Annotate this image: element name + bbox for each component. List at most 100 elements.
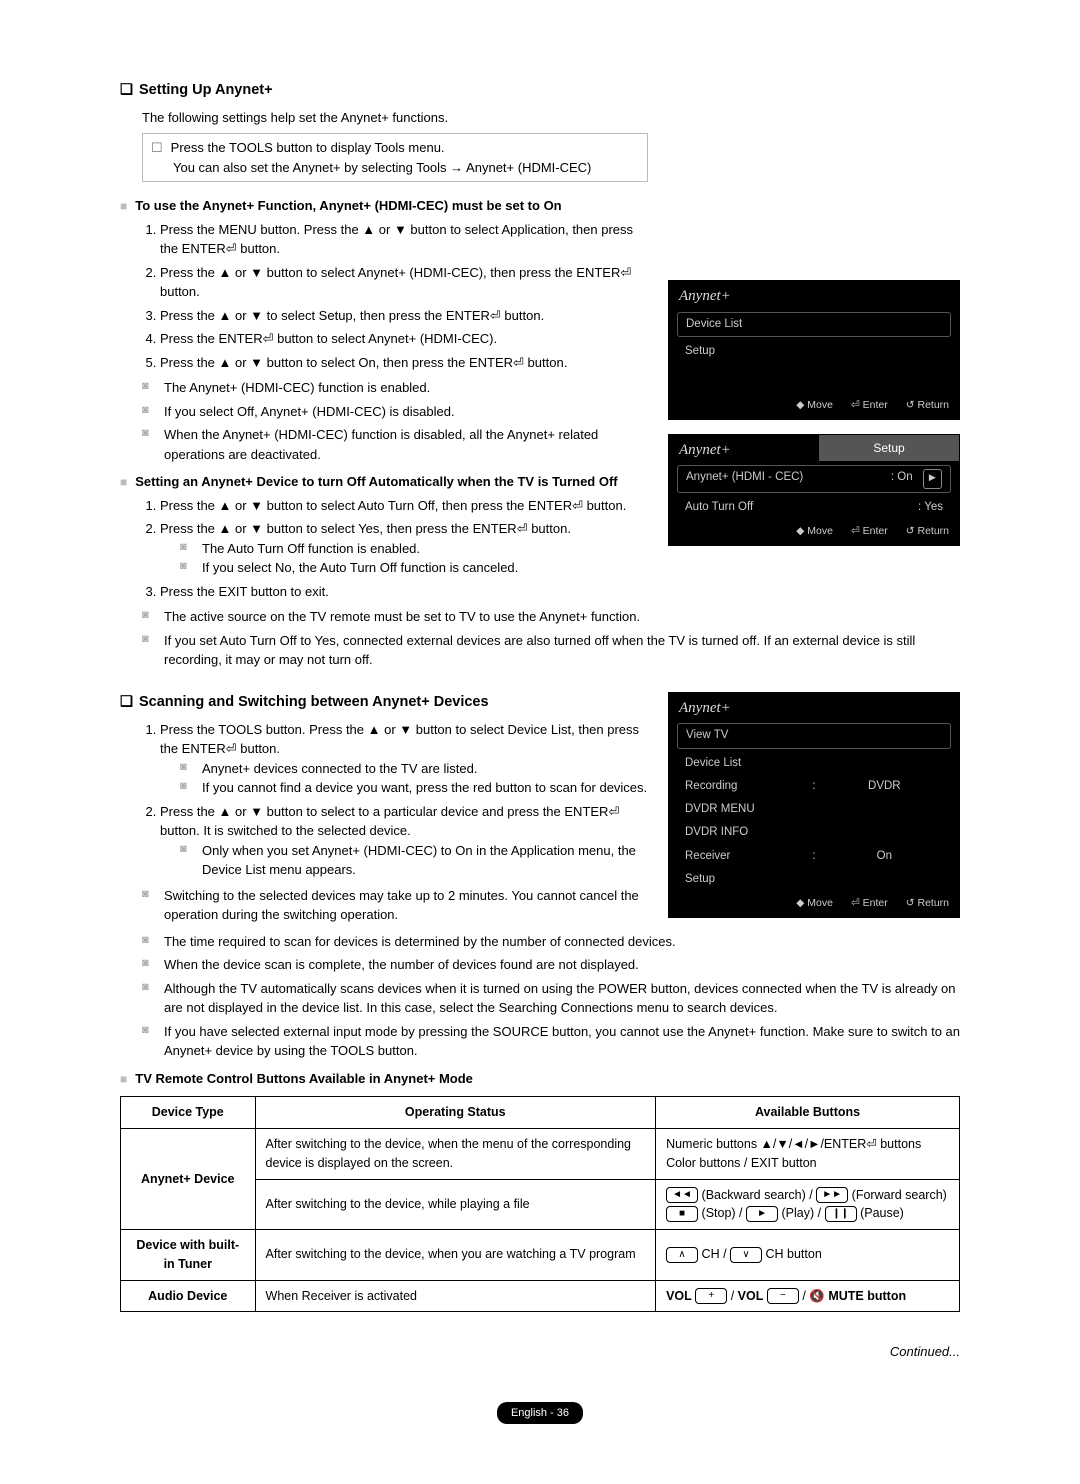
steps-hdmi-cec: Press the MENU button. Press the ▲ or ▼ …: [160, 220, 648, 373]
remote-buttons-table: Device Type Operating Status Available B…: [120, 1096, 960, 1312]
buttons-cell: ◄◄ (Backward search) / ►► (Forward searc…: [656, 1179, 960, 1230]
osd-row: DVDR INFO: [677, 821, 951, 844]
step: Press the EXIT button to exit.: [160, 582, 648, 602]
osd-row: Setup: [677, 868, 951, 891]
operating-status-cell: When Receiver is activated: [255, 1280, 656, 1312]
osd-row: Receiver:On: [677, 845, 951, 868]
device-type-cell: Audio Device: [121, 1280, 256, 1312]
step: Press the MENU button. Press the ▲ or ▼ …: [160, 220, 648, 259]
mute-icon: 🔇: [809, 1289, 825, 1303]
notes-scanning-more: The time required to scan for devices is…: [142, 932, 960, 1061]
table-row: Anynet+ Device After switching to the de…: [121, 1129, 960, 1180]
operating-status-cell: After switching to the device, when the …: [255, 1129, 656, 1180]
osd-footer: ◆ Move ⏎ Enter ↺ Return: [669, 891, 959, 917]
continued-text: Continued...: [120, 1342, 960, 1362]
step: Press the ▲ or ▼ to select Setup, then p…: [160, 306, 648, 326]
note: If you have selected external input mode…: [142, 1022, 960, 1061]
page-number: English - 36: [497, 1402, 583, 1425]
note: Switching to the selected devices may ta…: [142, 886, 648, 925]
table-row: Device with built-in Tuner After switchi…: [121, 1230, 960, 1281]
step: Press the ▲ or ▼ button to select Auto T…: [160, 496, 648, 516]
osd-panel-2: Anynet+ Setup Anynet+ (HDMI - CEC) : On …: [668, 434, 960, 546]
step: Press the ▲ or ▼ button to select On, th…: [160, 353, 648, 373]
step: Press the ▲ or ▼ button to select to a p…: [160, 802, 648, 880]
play-icon: ►: [746, 1206, 778, 1222]
ch-down-icon: ∨: [730, 1247, 762, 1263]
note: The active source on the TV remote must …: [142, 607, 960, 627]
tools-tip-box: Press the TOOLS button to display Tools …: [142, 133, 648, 182]
buttons-cell: Numeric buttons ▲/▼/◄/►/ENTER⏎ buttons C…: [656, 1129, 960, 1180]
note: Although the TV automatically scans devi…: [142, 979, 960, 1018]
device-type-cell: Device with built-in Tuner: [121, 1230, 256, 1281]
note: The time required to scan for devices is…: [142, 932, 960, 952]
move-hint: ◆ Move: [796, 524, 833, 540]
step: Press the ▲ or ▼ button to select Yes, t…: [160, 519, 648, 578]
notes-scanning: Switching to the selected devices may ta…: [142, 886, 648, 925]
ch-up-icon: ∧: [666, 1247, 698, 1263]
pause-icon: ❙❙: [825, 1206, 857, 1222]
note: If you set Auto Turn Off to Yes, connect…: [142, 631, 960, 670]
osd-row: Device List: [677, 752, 951, 775]
vol-down-icon: −: [767, 1288, 799, 1304]
osd-panels: Anynet+ Device List Setup ◆ Move ⏎ Enter…: [668, 280, 960, 607]
osd-footer: ◆ Move ⏎ Enter ↺ Return: [669, 519, 959, 545]
osd-row-setup: Setup: [677, 340, 951, 363]
buttons-cell: ∧ CH / ∨ CH button: [656, 1230, 960, 1281]
buttons-cell: VOL + / VOL − / 🔇 MUTE button: [656, 1280, 960, 1312]
return-hint: ↺ Return: [906, 398, 949, 414]
intro-text: The following settings help set the Anyn…: [142, 108, 648, 128]
section-title-setup: Setting Up Anynet+: [120, 80, 648, 102]
steps-scanning: Press the TOOLS button. Press the ▲ or ▼…: [160, 720, 648, 880]
osd-brand: Anynet+: [669, 281, 959, 308]
note: The Anynet+ (HDMI-CEC) function is enabl…: [142, 378, 648, 398]
osd-row-auto-off: Auto Turn Off : Yes: [677, 496, 951, 519]
device-type-cell: Anynet+ Device: [121, 1129, 256, 1230]
operating-status-cell: After switching to the device, when you …: [255, 1230, 656, 1281]
osd-brand: Anynet+: [669, 693, 959, 720]
notes-hdmi-cec: The Anynet+ (HDMI-CEC) function is enabl…: [142, 378, 648, 464]
return-hint: ↺ Return: [906, 896, 949, 912]
osd-row-view-tv: View TV: [677, 723, 951, 748]
osd-row: DVDR MENU: [677, 798, 951, 821]
enter-hint: ⏎ Enter: [851, 896, 888, 912]
subhead-remote-buttons: TV Remote Control Buttons Available in A…: [120, 1069, 960, 1089]
section-title-scanning: Scanning and Switching between Anynet+ D…: [120, 692, 648, 714]
note: If you select Off, Anynet+ (HDMI-CEC) is…: [142, 402, 648, 422]
inner-note: The Auto Turn Off function is enabled.: [180, 539, 648, 559]
rewind-icon: ◄◄: [666, 1187, 698, 1203]
inner-note: If you cannot find a device you want, pr…: [180, 778, 648, 798]
notes-auto-off: The active source on the TV remote must …: [142, 607, 960, 670]
tool-line-2: You can also set the Anynet+ by selectin…: [173, 158, 639, 178]
col-available-buttons: Available Buttons: [656, 1097, 960, 1129]
subhead-auto-off: Setting an Anynet+ Device to turn Off Au…: [120, 472, 648, 492]
inner-note: Anynet+ devices connected to the TV are …: [180, 759, 648, 779]
osd-row-device-list: Device List: [677, 312, 951, 337]
stop-icon: ■: [666, 1206, 698, 1222]
vol-up-icon: +: [695, 1288, 727, 1304]
steps-auto-off: Press the ▲ or ▼ button to select Auto T…: [160, 496, 648, 602]
osd-title-setup: Setup: [819, 435, 959, 462]
note: When the Anynet+ (HDMI-CEC) function is …: [142, 425, 648, 464]
return-hint: ↺ Return: [906, 524, 949, 540]
enter-hint: ⏎ Enter: [851, 398, 888, 414]
osd-row: Recording:DVDR: [677, 775, 951, 798]
table-row: Audio Device When Receiver is activated …: [121, 1280, 960, 1312]
page-footer: English - 36: [120, 1362, 960, 1425]
fast-forward-icon: ►►: [816, 1187, 848, 1203]
step: Press the TOOLS button. Press the ▲ or ▼…: [160, 720, 648, 798]
subhead-hdmi-cec-on: To use the Anynet+ Function, Anynet+ (HD…: [120, 196, 648, 216]
osd-brand: Anynet+: [669, 435, 819, 462]
osd-row-anynet: Anynet+ (HDMI - CEC) : On ►: [677, 465, 951, 492]
step: Press the ENTER⏎ button to select Anynet…: [160, 329, 648, 349]
osd-footer: ◆ Move ⏎ Enter ↺ Return: [669, 393, 959, 419]
inner-note: If you select No, the Auto Turn Off func…: [180, 558, 648, 578]
inner-note: Only when you set Anynet+ (HDMI-CEC) to …: [180, 841, 648, 880]
operating-status-cell: After switching to the device, while pla…: [255, 1179, 656, 1230]
move-hint: ◆ Move: [796, 896, 833, 912]
table-header-row: Device Type Operating Status Available B…: [121, 1097, 960, 1129]
osd-panel-1: Anynet+ Device List Setup ◆ Move ⏎ Enter…: [668, 280, 960, 420]
osd-panel-3: Anynet+ View TV Device List Recording:DV…: [668, 692, 960, 918]
col-device-type: Device Type: [121, 1097, 256, 1129]
step: Press the ▲ or ▼ button to select Anynet…: [160, 263, 648, 302]
enter-hint: ⏎ Enter: [851, 524, 888, 540]
